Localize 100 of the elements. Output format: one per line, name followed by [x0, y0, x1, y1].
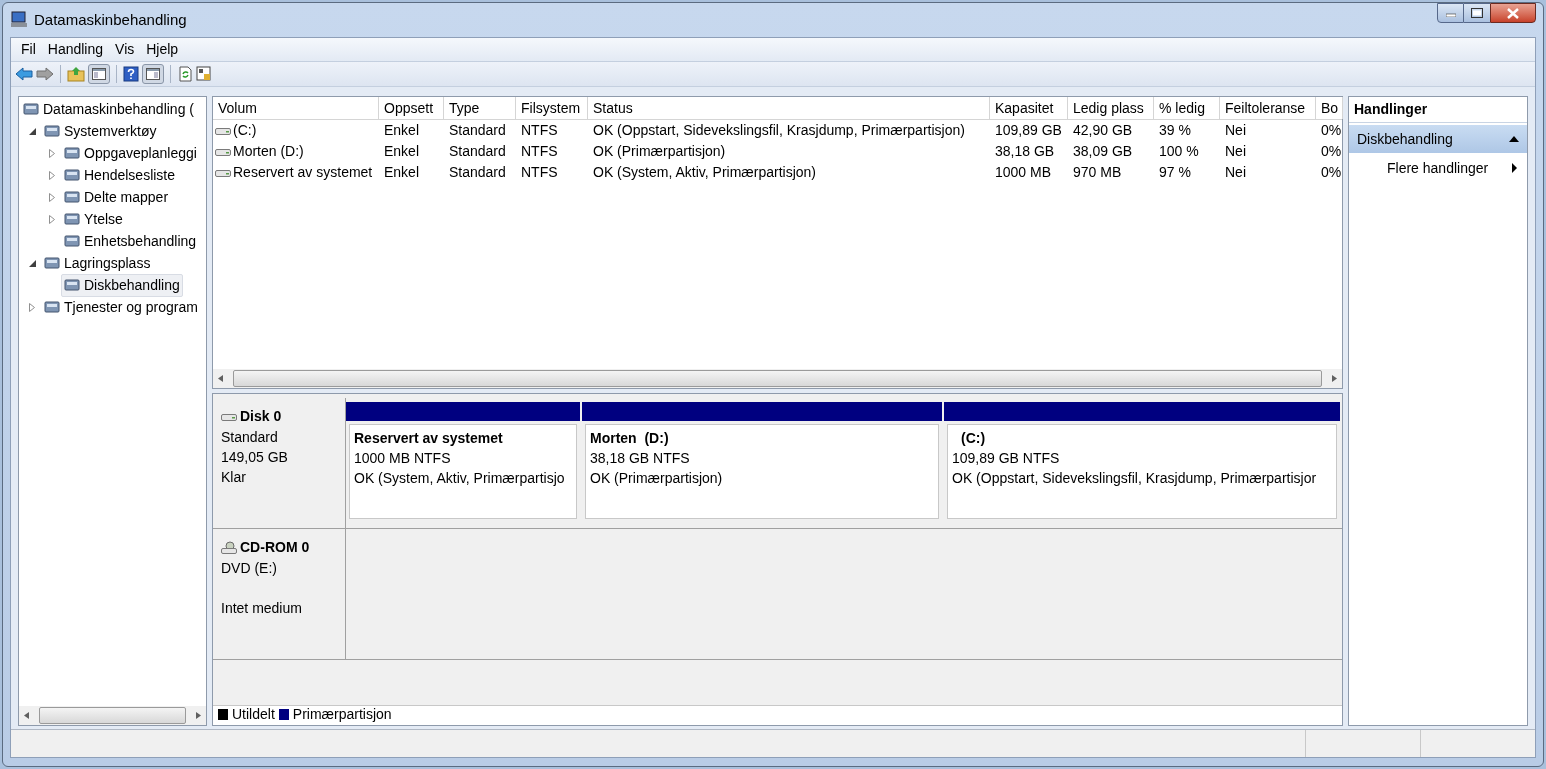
expanded-arrow-icon[interactable] [28, 259, 36, 267]
table-cell-text: Nei [1225, 142, 1246, 161]
column-header[interactable]: Ledig plass [1068, 97, 1154, 119]
partition-size: 109,89 GB NTFS [952, 449, 1061, 468]
partition-label: (C:) [960, 429, 987, 448]
table-cell-text: Nei [1225, 163, 1246, 182]
column-header[interactable]: Feiltoleranse [1220, 97, 1316, 119]
tree-item[interactable]: Diskbehandling [61, 273, 183, 297]
table-cell-text: Reservert av systemet [233, 163, 373, 182]
tree-item[interactable]: Ytelse [61, 207, 126, 231]
table-cell-text: NTFS [521, 163, 558, 182]
maximize-button[interactable] [1464, 3, 1490, 23]
table-cell-text: 1000 MB [995, 163, 1052, 182]
tree-item[interactable]: Tjenester og program [41, 295, 201, 319]
partition-size: 38,18 GB NTFS [590, 449, 691, 468]
minimize-button[interactable] [1437, 3, 1464, 23]
collapsed-arrow-icon[interactable] [49, 148, 55, 158]
table-cell-text: Standard [449, 121, 506, 140]
table-cell-text: Enkel [384, 121, 420, 140]
menu-item[interactable]: Vis [111, 39, 139, 60]
collapsed-arrow-icon[interactable] [49, 170, 55, 180]
table-cell-text: Enkel [384, 163, 420, 182]
table-cell-text: 38,18 GB [995, 142, 1055, 161]
table-cell-text: NTFS [521, 121, 558, 140]
actions-section-header[interactable]: Diskbehandling [1349, 125, 1527, 153]
column-header[interactable]: Oppsett [379, 97, 444, 119]
tree-item[interactable]: Lagringsplass [41, 251, 154, 275]
table-cell-text: Standard [449, 142, 506, 161]
action-item[interactable]: Flere handlinger [1349, 153, 1527, 183]
table-cell-text: Standard [449, 163, 506, 182]
column-header[interactable]: Filsystem [516, 97, 588, 119]
column-header[interactable]: Type [444, 97, 516, 119]
tree-node-icon [64, 189, 80, 205]
disk-info-panel[interactable]: CD-ROM 0 DVD (E:) Intet medium [213, 529, 346, 659]
forward-arrow-icon[interactable] [36, 66, 54, 82]
cd-drive-icon [221, 540, 237, 555]
legend-label: Utildelt [232, 705, 275, 724]
tree-item[interactable]: Delte mapper [61, 185, 172, 209]
column-header[interactable]: Bo [1316, 97, 1343, 119]
pane-icon [92, 68, 106, 80]
disk-detail: DVD (E:) [221, 559, 278, 578]
pane-icon [146, 68, 160, 80]
tree-item[interactable]: Hendelsesliste [61, 163, 179, 187]
help-icon[interactable] [123, 66, 139, 82]
table-cell-text: Enkel [384, 142, 420, 161]
menu-item[interactable]: Hjelp [142, 39, 183, 60]
column-header[interactable]: Volum [213, 97, 379, 119]
menu-item[interactable]: Handling [43, 39, 108, 60]
tree-node-icon [64, 277, 80, 293]
tree-item[interactable]: Enhetsbehandling [61, 229, 200, 253]
tree-node-icon [64, 145, 80, 161]
partition-label: Morten (D:) [590, 429, 670, 448]
properties-icon[interactable] [196, 66, 212, 82]
folder-up-icon[interactable] [67, 66, 85, 82]
disk-detail: Standard [221, 428, 279, 447]
tree-item[interactable]: Systemverktøy [41, 119, 160, 143]
tree-item[interactable]: Oppgaveplanleggi [61, 141, 200, 165]
close-button[interactable] [1490, 3, 1536, 23]
tree-node-icon [44, 123, 60, 139]
drive-icon [215, 146, 231, 157]
action-pane-toggle[interactable] [142, 64, 164, 84]
tree-node-icon [64, 211, 80, 227]
partition-size: 1000 MB NTFS [354, 449, 452, 468]
table-cell-text: (C:) [233, 121, 257, 140]
horizontal-scrollbar[interactable] [19, 706, 206, 725]
collapse-arrow-icon [1509, 136, 1519, 142]
column-header[interactable]: Status [588, 97, 990, 119]
scroll-thumb[interactable] [39, 707, 186, 724]
tree-node-icon [23, 101, 39, 117]
table-cell-text: 100 % [1159, 142, 1199, 161]
table-cell-text: Nei [1225, 121, 1246, 140]
disk-detail: Intet medium [221, 599, 303, 618]
partition-block[interactable]: Morten (D:) 38,18 GB NTFS OK (Primærpartisjon) [582, 402, 942, 522]
partition-block[interactable]: Reservert av systemet 1000 MB NTFS OK (System, Aktiv, Primærpartisjo [346, 402, 580, 522]
column-header[interactable]: Kapasitet [990, 97, 1068, 119]
table-cell-text: 109,89 GB [995, 121, 1062, 140]
actions-title: Handlinger [1349, 97, 1527, 123]
tree-item[interactable]: Datamaskinbehandling ( [19, 98, 206, 120]
drive-icon [215, 125, 231, 136]
tree-node-icon [44, 299, 60, 315]
partition-status: OK (Oppstart, Sidevekslingsfil, Krasjdump, Primærpartisjor [952, 469, 1318, 488]
tree-pane-toggle[interactable] [88, 64, 110, 84]
collapsed-arrow-icon[interactable] [49, 192, 55, 202]
refresh-icon[interactable] [177, 66, 193, 82]
table-cell-text: 970 MB [1073, 163, 1122, 182]
disk-name: CD-ROM 0 [240, 538, 310, 557]
disk-detail: Klar [221, 468, 247, 487]
table-cell-text: OK (Primærpartisjon) [593, 142, 726, 161]
legend-label: Primærpartisjon [292, 705, 392, 724]
menu-item[interactable]: Fil [17, 39, 40, 60]
table-cell-text: 39 % [1159, 121, 1191, 140]
window-title: Datamaskinbehandling [34, 9, 187, 30]
back-arrow-icon[interactable] [15, 66, 33, 82]
partition-status: OK (System, Aktiv, Primærpartisjo [354, 469, 566, 488]
expanded-arrow-icon[interactable] [28, 127, 36, 135]
table-cell-text: 0% [1321, 142, 1342, 161]
collapsed-arrow-icon[interactable] [29, 302, 35, 312]
collapsed-arrow-icon[interactable] [49, 214, 55, 224]
partition-block[interactable]: (C:) 109,89 GB NTFS OK (Oppstart, Sidevekslingsfil, Krasjdump, Primærpartisjor [944, 402, 1340, 522]
column-header[interactable]: % ledig [1154, 97, 1220, 119]
